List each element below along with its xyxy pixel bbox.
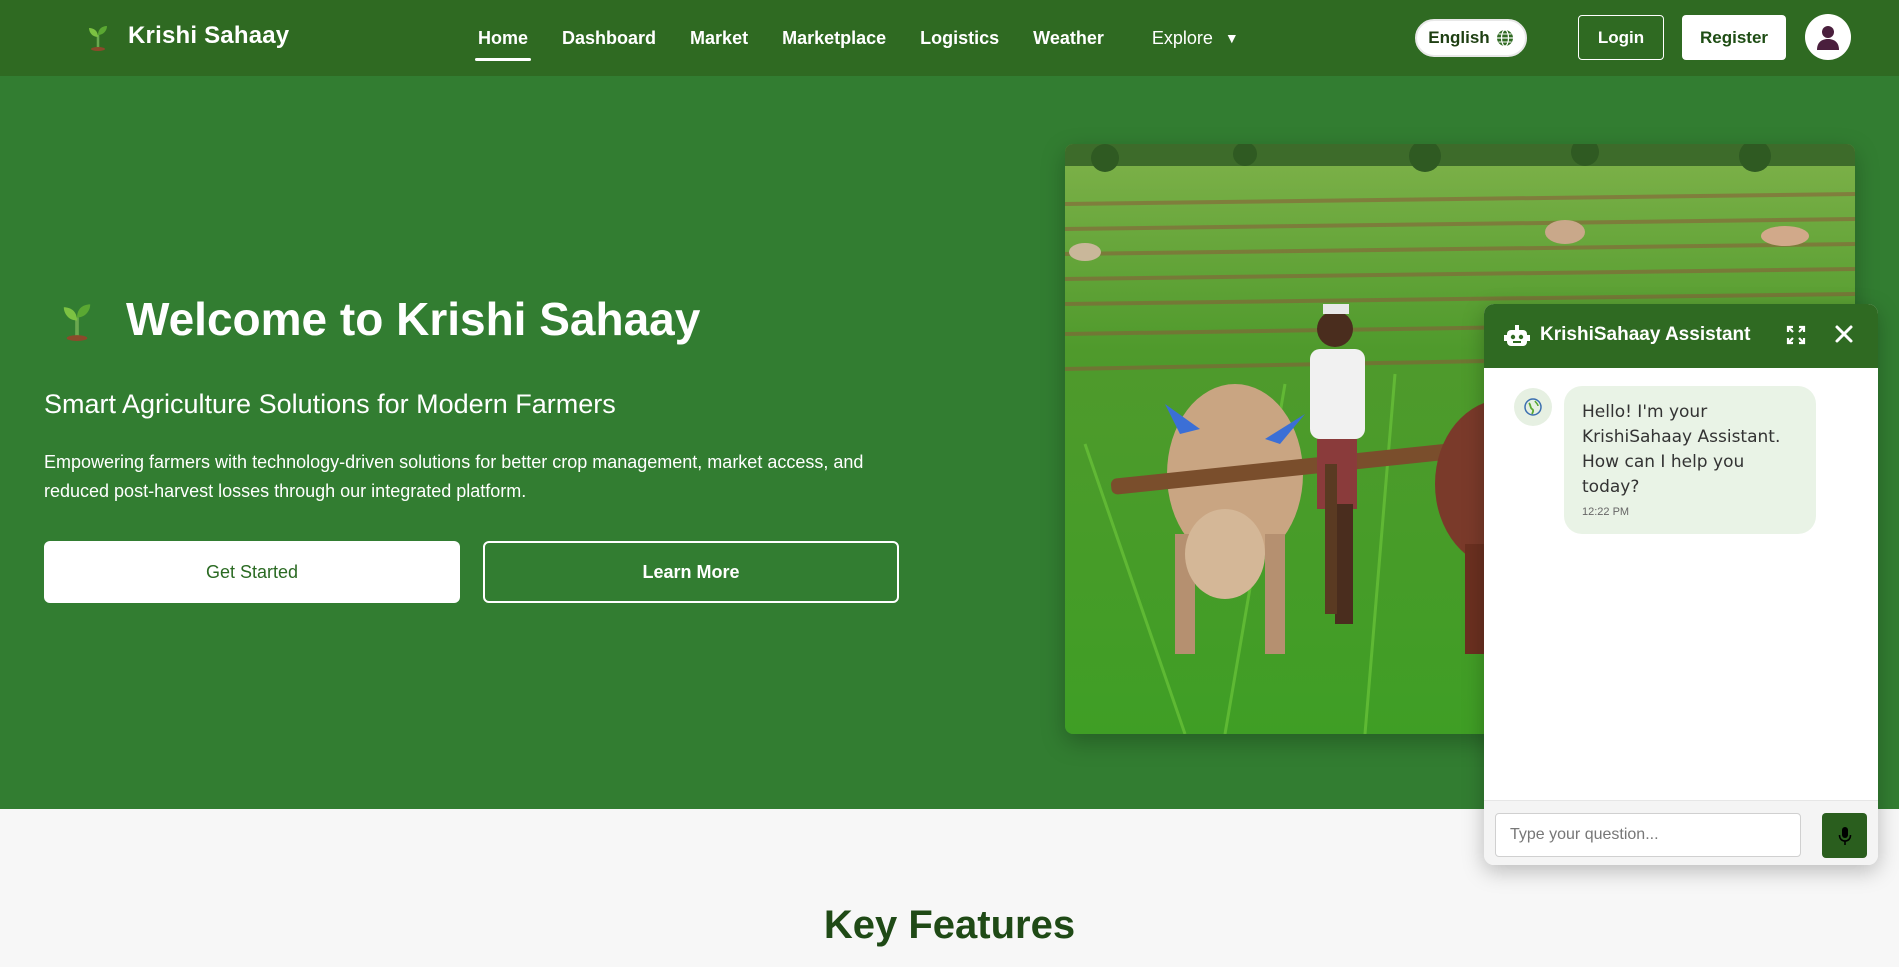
explore-label: Explore bbox=[1151, 27, 1213, 48]
chat-messages: Hello! I'm your KrishiSahaay Assistant. … bbox=[1484, 368, 1878, 800]
robot-icon bbox=[1504, 325, 1530, 346]
nav-link-logistics[interactable]: Logistics bbox=[920, 22, 999, 55]
brand-name: Krishi Sahaay bbox=[128, 22, 290, 49]
nav-link-market[interactable]: Market bbox=[690, 22, 748, 55]
register-button[interactable]: Register bbox=[1682, 15, 1786, 60]
language-label: English bbox=[1428, 28, 1490, 47]
learn-more-button[interactable]: Learn More bbox=[483, 541, 899, 603]
hero-title-row: Welcome to Krishi Sahaay bbox=[58, 292, 700, 346]
seedling-icon bbox=[84, 19, 112, 53]
message-timestamp: 12:22 PM bbox=[1582, 506, 1630, 518]
bot-avatar bbox=[1514, 388, 1552, 426]
login-button[interactable]: Login bbox=[1578, 15, 1664, 60]
globe-icon bbox=[1524, 398, 1542, 416]
seedling-icon bbox=[63, 304, 91, 341]
profile-avatar[interactable] bbox=[1805, 14, 1851, 60]
nav-link-weather[interactable]: Weather bbox=[1033, 22, 1104, 55]
hero-subtitle: Smart Agriculture Solutions for Modern F… bbox=[44, 389, 616, 419]
chat-header: KrishiSahaay Assistant bbox=[1484, 304, 1878, 368]
caret-down-icon: ▼ bbox=[1224, 30, 1239, 46]
expand-icon[interactable] bbox=[1786, 325, 1806, 345]
nav-link-marketplace[interactable]: Marketplace bbox=[782, 22, 886, 55]
chat-input-bar bbox=[1484, 800, 1878, 865]
chat-title: KrishiSahaay Assistant bbox=[1540, 324, 1751, 345]
hero-description: Empowering farmers with technology-drive… bbox=[44, 452, 864, 501]
nav-link-home[interactable]: Home bbox=[474, 22, 532, 61]
get-started-button[interactable]: Get Started bbox=[44, 541, 460, 603]
main-nav: Home Dashboard Market Marketplace Logist… bbox=[474, 0, 1239, 76]
close-icon[interactable] bbox=[1834, 324, 1854, 344]
globe-icon bbox=[1496, 29, 1513, 47]
language-selector[interactable]: English bbox=[1415, 19, 1527, 57]
chat-widget: KrishiSahaay Assistant Hello! I'm your K… bbox=[1484, 304, 1878, 865]
microphone-button[interactable] bbox=[1822, 813, 1867, 858]
bot-message-text: Hello! I'm your KrishiSahaay Assistant. … bbox=[1582, 402, 1781, 497]
features-title: Key Features bbox=[823, 903, 1076, 947]
navbar: Krishi Sahaay Home Dashboard Market Mark… bbox=[0, 0, 1899, 76]
nav-link-dashboard[interactable]: Dashboard bbox=[562, 22, 656, 55]
bot-message: Hello! I'm your KrishiSahaay Assistant. … bbox=[1564, 386, 1816, 534]
brand[interactable]: Krishi Sahaay bbox=[84, 19, 289, 53]
explore-dropdown[interactable]: Explore ▼ bbox=[1152, 28, 1239, 49]
chat-question-input[interactable] bbox=[1495, 813, 1801, 857]
hero-title: Welcome to Krishi Sahaay bbox=[126, 293, 701, 345]
microphone-icon bbox=[1838, 826, 1851, 845]
user-icon bbox=[1817, 26, 1839, 50]
